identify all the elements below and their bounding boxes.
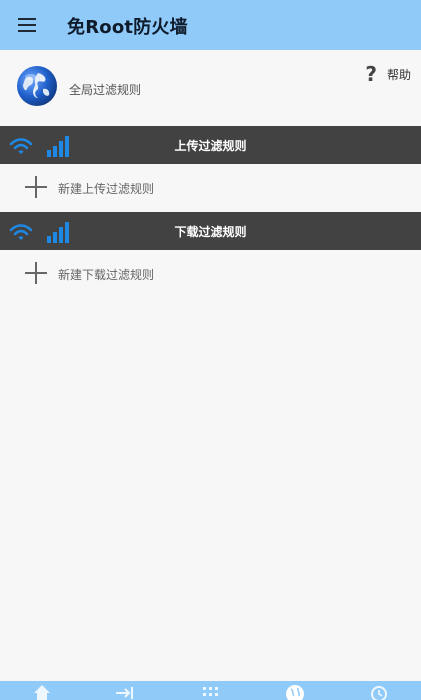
menu-icon[interactable] [14,12,40,38]
bottom-navigation [0,681,421,700]
upload-section-title: 上传过滤规则 [174,139,247,153]
new-download-rule-button[interactable]: 新建下载过滤规则 [0,250,421,296]
upload-section-header: 上传过滤规则 [0,126,421,164]
app-bar: 免Root防火墙 [0,0,421,50]
new-upload-rule-button[interactable]: 新建上传过滤规则 [0,164,421,210]
new-upload-rule-label: 新建上传过滤规则 [58,182,155,196]
export-arrow-icon[interactable] [115,683,135,700]
global-rules-row[interactable]: 全局过滤规则 ? 帮助 [0,50,421,126]
help-button[interactable]: ? 帮助 [365,62,411,86]
app-root: 免Root防火墙 全局过滤规则 ? 帮助 上传过滤规则 新建上传过滤规则 下载过… [0,0,421,700]
new-download-rule-label: 新建下载过滤规则 [58,268,155,282]
globe-icon [17,66,57,106]
help-label: 帮助 [386,67,411,82]
download-section-title: 下载过滤规则 [174,225,247,239]
plus-icon [25,176,47,198]
history-icon[interactable] [368,683,388,700]
home-icon[interactable] [32,683,52,700]
download-section-header: 下载过滤规则 [0,212,421,250]
help-icon: ? [365,62,377,86]
app-title: 免Root防火墙 [67,17,188,38]
globe-icon[interactable] [285,683,305,700]
plus-icon [25,262,47,284]
global-rules-label: 全局过滤规则 [69,83,142,97]
apps-grid-icon[interactable] [200,683,220,700]
